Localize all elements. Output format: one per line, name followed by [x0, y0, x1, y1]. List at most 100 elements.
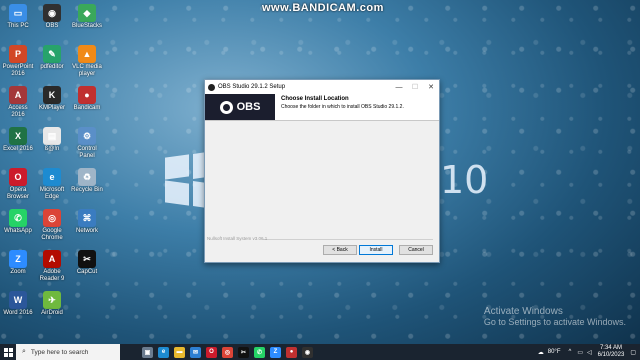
desktop-icon[interactable]: ◎ Google Chrome — [35, 209, 69, 242]
desktop-icon-label: KMPlayer — [38, 105, 65, 111]
nsis-branding: Nullsoft Install System v3.06.1 — [207, 236, 268, 241]
windows-10-text: 10 — [440, 158, 489, 202]
desktop-icon[interactable]: K KMPlayer — [35, 86, 69, 112]
excel-icon: X — [9, 127, 27, 145]
desktop-icon[interactable]: Z Zoom — [1, 250, 35, 276]
search-icon: ⌕ — [22, 348, 26, 355]
desktop-icon[interactable]: X Excel 2016 — [1, 127, 35, 153]
desktop-icon-label: Bandicam — [73, 105, 101, 111]
dialog-body — [205, 121, 439, 234]
desktop-icon[interactable]: ▤ ß@!n — [35, 127, 69, 153]
clock-date: 6/10/2023 — [597, 352, 625, 358]
tray-chevron-icon[interactable]: ^ — [569, 349, 572, 355]
activate-subtitle: Go to Settings to activate Windows. — [483, 317, 626, 327]
desktop-icon-label: Opera Browser — [6, 187, 29, 200]
desktop-icon[interactable]: ▭ This PC — [1, 4, 35, 30]
desktop-icon-label: WhatsApp — [4, 228, 32, 234]
chrome-icon[interactable]: ◎ — [222, 346, 233, 358]
back-button[interactable]: < Back — [323, 245, 357, 255]
taskbar-search[interactable]: ⌕ Type here to search — [16, 344, 120, 360]
kmplayer-icon: K — [43, 86, 61, 104]
activate-title: Activate Windows — [483, 306, 563, 317]
start-button[interactable] — [0, 344, 16, 360]
obs-icon[interactable]: ◉ — [302, 346, 313, 358]
bandicam-watermark: www.BANDICAM.com — [262, 2, 384, 14]
desktop-icon[interactable]: e Microsoft Edge — [35, 168, 69, 201]
title-bar[interactable]: OBS Studio 29.1.2 Setup — ☐ ✕ — [205, 80, 439, 94]
airdroid-icon: ✈ — [43, 291, 61, 309]
file-explorer-icon[interactable]: ▬ — [174, 346, 185, 358]
obs-icon: ◉ — [43, 4, 61, 22]
desktop-icon[interactable]: A Adobe Reader 9 — [35, 250, 69, 283]
desktop-icon-label: Zoom — [10, 269, 26, 275]
capcut-icon: ✂ — [78, 250, 96, 268]
edge-icon[interactable]: e — [158, 346, 169, 358]
chrome-icon: ◎ — [43, 209, 61, 227]
mail-icon[interactable]: ✉ — [190, 346, 201, 358]
desktop-icon-label: Control Panel — [77, 146, 97, 159]
desktop-icon[interactable]: O Opera Browser — [1, 168, 35, 201]
desktop-icon-label: Network — [75, 228, 98, 234]
obs-banner: OBS — [205, 94, 275, 120]
opera-icon[interactable]: O — [206, 346, 217, 358]
dialog-footer: Nullsoft Install System v3.06.1 < Back I… — [205, 234, 439, 260]
window-title: OBS Studio 29.1.2 Setup — [218, 84, 286, 90]
page-subheading: Choose the folder in which to install OB… — [281, 104, 404, 110]
weather-temp[interactable]: 80°F — [548, 349, 561, 355]
minimize-icon[interactable]: — — [391, 84, 407, 91]
desktop-icon[interactable]: ✆ WhatsApp — [1, 209, 35, 235]
banner-text: OBS — [236, 101, 261, 113]
taskbar-apps: ▣ e ▬ ✉ O ◎ ✂ ✆ Z ● ◉ — [142, 346, 313, 358]
desktop-icon-label: AirDroid — [41, 310, 63, 316]
zoom-icon[interactable]: Z — [270, 346, 281, 358]
desktop-icon[interactable]: ◉ OBS — [35, 4, 69, 30]
desktop-icon-label: Google Chrome — [41, 228, 63, 241]
capcut-icon[interactable]: ✂ — [238, 346, 249, 358]
close-icon[interactable]: ✕ — [423, 83, 439, 91]
desktop-icon[interactable]: ⌘ Network — [70, 209, 104, 235]
desktop-icon[interactable]: ♻ Recycle Bin — [70, 168, 104, 194]
desktop-icon[interactable]: ✂ CapCut — [70, 250, 104, 276]
clock[interactable]: 7:34 AM 6/10/2023 — [598, 345, 625, 359]
search-placeholder: Type here to search — [30, 348, 89, 356]
desktop-icon-label: OBS — [45, 23, 59, 29]
system-tray: ☁ 80°F ^ ▭ ◁ 7:34 AM 6/10/2023 ▢ — [538, 344, 640, 360]
desktop-icon-label: Microsoft Edge — [39, 187, 65, 200]
weather-icon[interactable]: ☁ — [538, 349, 544, 356]
obs-logo-icon — [219, 100, 233, 114]
bandicam-icon[interactable]: ● — [286, 346, 297, 358]
desktop-icon[interactable]: A Access 2016 — [1, 86, 35, 119]
desktop-icon-label: Adobe Reader 9 — [39, 269, 65, 282]
install-button[interactable]: Install — [359, 245, 393, 255]
desktop-icon-label: PowerPoint 2016 — [2, 64, 34, 77]
desktop-icon[interactable]: ✈ AirDroid — [35, 291, 69, 317]
desktop-icon[interactable]: ● Bandicam — [70, 86, 104, 112]
task-view-icon[interactable]: ▣ — [142, 346, 153, 358]
whatsapp-icon: ✆ — [9, 209, 27, 227]
desktop-icon-label: CapCut — [76, 269, 98, 275]
desktop-icon-label: Excel 2016 — [3, 146, 33, 152]
desktop-icon-label: pdfeditor — [40, 64, 64, 70]
activate-windows-notice: Activate Windows Go to Settings to activ… — [484, 306, 626, 328]
adobe-reader-icon: A — [43, 250, 61, 268]
control-panel-icon: ⚙ — [78, 127, 96, 145]
whatsapp-icon[interactable]: ✆ — [254, 346, 265, 358]
desktop-icon[interactable]: ◆ BlueStacks — [70, 4, 104, 30]
cancel-button[interactable]: Cancel — [399, 245, 433, 255]
volume-icon[interactable]: ◁ — [587, 349, 592, 356]
maximize-icon: ☐ — [411, 84, 419, 91]
desktop-icon-label: BlueStacks — [71, 23, 102, 29]
desktop-icon-label: Word 2016 — [3, 310, 33, 316]
network-icon[interactable]: ▭ — [577, 349, 583, 356]
desktop-icon[interactable]: ▲ VLC media player — [70, 45, 104, 78]
desktop-icon-label: This PC — [7, 23, 29, 29]
edge-icon: e — [43, 168, 61, 186]
installer-dialog: OBS Studio 29.1.2 Setup — ☐ ✕ OBS Choose… — [204, 79, 440, 263]
desktop-icon[interactable]: W Word 2016 — [1, 291, 35, 317]
desktop-icon-label: Access 2016 — [8, 105, 28, 118]
desktop-icon[interactable]: ⚙ Control Panel — [70, 127, 104, 160]
desktop-icon[interactable]: P PowerPoint 2016 — [1, 45, 35, 78]
powerpoint-icon: P — [9, 45, 27, 63]
notifications-icon[interactable]: ▢ — [630, 349, 636, 356]
desktop-icon[interactable]: ✎ pdfeditor — [35, 45, 69, 71]
